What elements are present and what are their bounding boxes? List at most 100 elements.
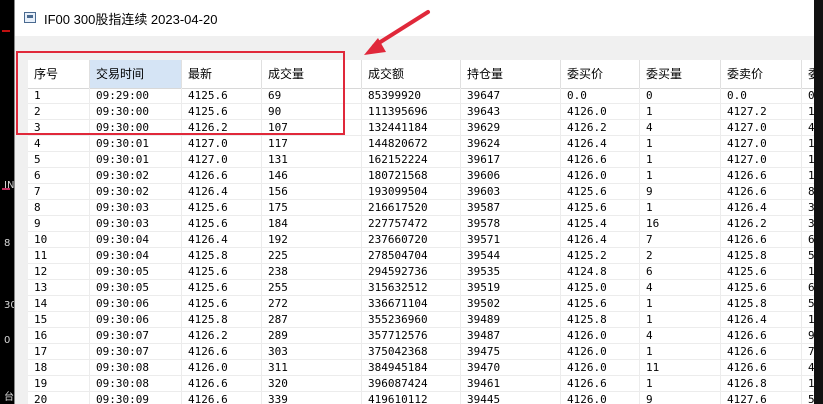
cell-col-volume: 311 <box>262 360 362 376</box>
cell-col-amount: 227757472 <box>362 216 461 232</box>
cell-col-time: 09:30:04 <box>90 248 182 264</box>
cell-col-volume: 238 <box>262 264 362 280</box>
table-row[interactable]: 14 09:30:06 4125.6 272 336671104 39502 4125.6 1… <box>28 296 814 312</box>
cell-col-volume: 272 <box>262 296 362 312</box>
cell-col-amount: 355236960 <box>362 312 461 328</box>
cell-col-last: 4125.6 <box>182 200 262 216</box>
header-col-bid-price[interactable]: 委买价 <box>561 60 640 88</box>
cell-col-ask-volume: 4 <box>802 120 814 136</box>
cell-col-ask-price: 4126.6 <box>721 344 802 360</box>
cell-col-open-interest: 39519 <box>461 280 561 296</box>
table-row[interactable]: 15 09:30:06 4125.8 287 355236960 39489 4125.8 1… <box>28 312 814 328</box>
cell-col-ask-volume: 1 <box>802 152 814 168</box>
table-row[interactable]: 16 09:30:07 4126.2 289 357712576 39487 4126.0 4… <box>28 328 814 344</box>
cell-col-amount: 162152224 <box>362 152 461 168</box>
table-row[interactable]: 12 09:30:05 4125.6 238 294592736 39535 4124.8 6… <box>28 264 814 280</box>
table-row[interactable]: 6 09:30:02 4126.6 146 180721568 39606 4126.0 1 4… <box>28 168 814 184</box>
table-row[interactable]: 1 09:29:00 4125.6 69 85399920 39647 0.0 0 0.0 0 <box>28 88 814 104</box>
cell-col-bid-volume: 4 <box>640 280 721 296</box>
table-row[interactable]: 10 09:30:04 4126.4 192 237660720 39571 4126.4 7… <box>28 232 814 248</box>
cell-col-amount: 375042368 <box>362 344 461 360</box>
cell-col-volume: 320 <box>262 376 362 392</box>
cell-col-last: 4125.8 <box>182 248 262 264</box>
cell-col-seq: 20 <box>28 392 90 404</box>
cell-col-amount: 384945184 <box>362 360 461 376</box>
cell-col-volume: 192 <box>262 232 362 248</box>
cell-col-open-interest: 39643 <box>461 104 561 120</box>
cell-col-seq: 9 <box>28 216 90 232</box>
cell-col-seq: 16 <box>28 328 90 344</box>
cell-col-time: 09:30:08 <box>90 376 182 392</box>
cell-col-seq: 5 <box>28 152 90 168</box>
tick-data-table[interactable]: 序号交易时间最新成交量成交额持仓量委买价委买量委卖价委卖量 109:29:004… <box>28 60 814 404</box>
cell-col-last: 4125.6 <box>182 88 262 104</box>
table-row[interactable]: 4 09:30:01 4127.0 117 144820672 39624 4126.4 1 4… <box>28 136 814 152</box>
cell-col-time: 09:30:05 <box>90 264 182 280</box>
cell-col-last: 4125.6 <box>182 264 262 280</box>
cell-col-open-interest: 39470 <box>461 360 561 376</box>
table-row[interactable]: 3 09:30:00 4126.2 107 132441184 39629 4126.2 4 4… <box>28 120 814 136</box>
cell-col-ask-price: 4127.0 <box>721 136 802 152</box>
cell-col-seq: 11 <box>28 248 90 264</box>
header-col-volume[interactable]: 成交量 <box>262 60 362 88</box>
table-row[interactable]: 2 09:30:00 4125.6 90 111395696 39643 4126.0 1 41… <box>28 104 814 120</box>
header-col-ask-price[interactable]: 委卖价 <box>721 60 802 88</box>
cell-col-bid-volume: 1 <box>640 312 721 328</box>
cell-col-seq: 1 <box>28 88 90 104</box>
cell-col-time: 09:29:00 <box>90 88 182 104</box>
header-col-bid-volume[interactable]: 委买量 <box>640 60 721 88</box>
cell-col-ask-volume: 1 <box>802 312 814 328</box>
table-row[interactable]: 8 09:30:03 4125.6 175 216617520 39587 4125.6 1 4… <box>28 200 814 216</box>
cell-col-volume: 175 <box>262 200 362 216</box>
table-row[interactable]: 17 09:30:07 4126.6 303 375042368 39475 4126.0 1… <box>28 344 814 360</box>
cell-col-open-interest: 39489 <box>461 312 561 328</box>
header-col-seq[interactable]: 序号 <box>28 60 90 88</box>
cell-col-seq: 2 <box>28 104 90 120</box>
table-row[interactable]: 9 09:30:03 4125.6 184 227757472 39578 4125.4 16… <box>28 216 814 232</box>
cell-col-time: 09:30:07 <box>90 328 182 344</box>
background-chart-strip: IN 8 30 0 台 <box>0 0 17 404</box>
cell-col-last: 4125.6 <box>182 280 262 296</box>
cell-col-last: 4126.2 <box>182 328 262 344</box>
header-col-open-interest[interactable]: 持仓量 <box>461 60 561 88</box>
cell-col-last: 4127.0 <box>182 152 262 168</box>
cell-col-ask-volume: 3 <box>802 216 814 232</box>
table-row[interactable]: 19 09:30:08 4126.6 320 396087424 39461 4126.6 1… <box>28 376 814 392</box>
table-row[interactable]: 5 09:30:01 4127.0 131 162152224 39617 4126.6 1 4… <box>28 152 814 168</box>
cell-col-bid-volume: 6 <box>640 264 721 280</box>
cell-col-time: 09:30:04 <box>90 232 182 248</box>
table-row[interactable]: 18 09:30:08 4126.0 311 384945184 39470 4126.0 1… <box>28 360 814 376</box>
cell-col-ask-price: 4125.6 <box>721 264 802 280</box>
table-row[interactable]: 13 09:30:05 4125.6 255 315632512 39519 4125.0 4… <box>28 280 814 296</box>
cell-col-amount: 132441184 <box>362 120 461 136</box>
cell-col-last: 4125.6 <box>182 296 262 312</box>
cell-col-ask-price: 4127.2 <box>721 104 802 120</box>
cell-col-open-interest: 39475 <box>461 344 561 360</box>
cell-col-last: 4127.0 <box>182 136 262 152</box>
table-row[interactable]: 11 09:30:04 4125.8 225 278504704 39544 4125.2 2… <box>28 248 814 264</box>
header-col-last[interactable]: 最新 <box>182 60 262 88</box>
cell-col-bid-price: 4126.0 <box>561 168 640 184</box>
cell-col-volume: 69 <box>262 88 362 104</box>
cell-col-ask-volume: 6 <box>802 280 814 296</box>
cell-col-open-interest: 39461 <box>461 376 561 392</box>
cell-col-seq: 4 <box>28 136 90 152</box>
cell-col-volume: 146 <box>262 168 362 184</box>
table-row[interactable]: 7 09:30:02 4126.4 156 193099504 39603 4125.6 9 4… <box>28 184 814 200</box>
cell-col-seq: 15 <box>28 312 90 328</box>
cell-col-ask-price: 4127.0 <box>721 152 802 168</box>
cell-col-bid-volume: 0 <box>640 88 721 104</box>
cell-col-time: 09:30:03 <box>90 216 182 232</box>
header-col-amount[interactable]: 成交额 <box>362 60 461 88</box>
title-bar[interactable]: IF00 300股指连续 2023-04-20 <box>15 0 814 36</box>
cell-col-open-interest: 39571 <box>461 232 561 248</box>
app-window-icon <box>24 12 36 23</box>
tick-detail-window: IF00 300股指连续 2023-04-20 序号 交易时间 最新 成交量 成交额 持仓… <box>14 0 814 404</box>
header-col-time[interactable]: 交易时间 <box>90 60 182 88</box>
table-row[interactable]: 20 09:30:09 4126.6 339 419610112 39445 4126.0 9… <box>28 392 814 404</box>
header-col-ask-volume[interactable]: 委卖量 <box>802 60 814 88</box>
cell-col-seq: 19 <box>28 376 90 392</box>
cell-col-time: 09:30:08 <box>90 360 182 376</box>
cell-col-seq: 17 <box>28 344 90 360</box>
background-text: 8 <box>4 238 11 249</box>
